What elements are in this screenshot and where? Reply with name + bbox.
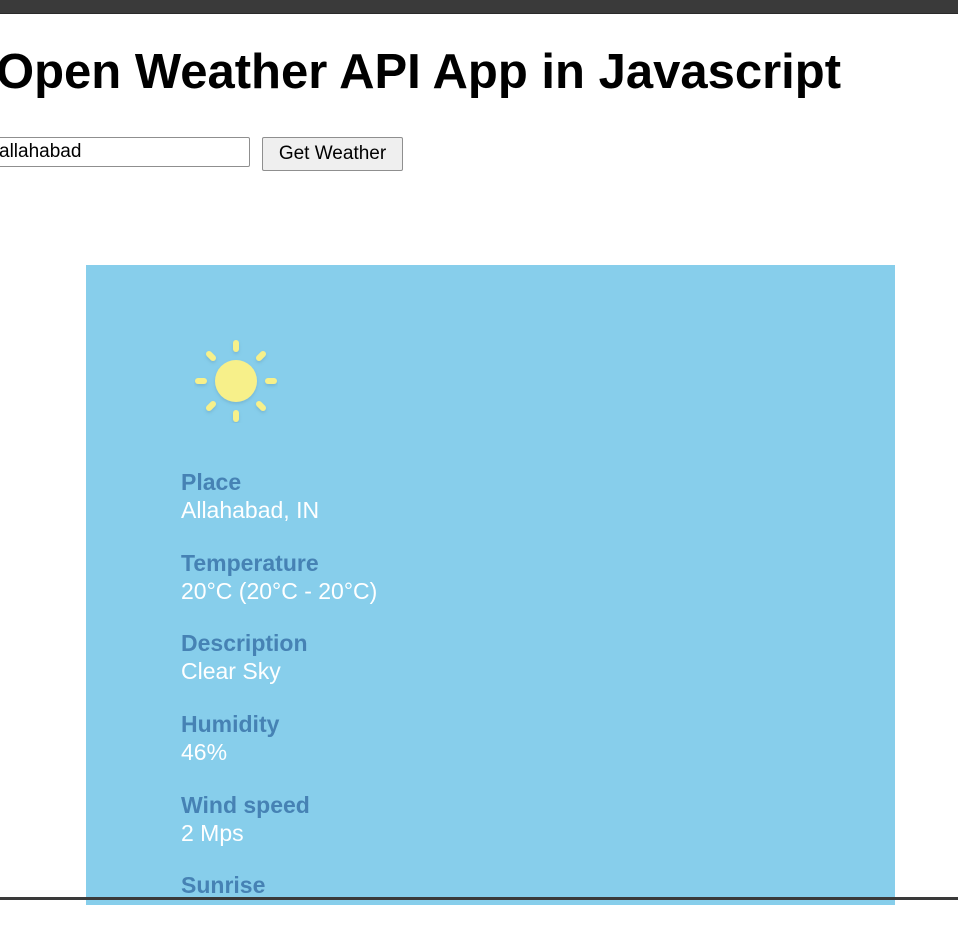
browser-top-bar	[0, 0, 958, 14]
temperature-label: Temperature	[181, 549, 319, 576]
description-value: Clear Sky	[181, 658, 281, 685]
sunrise-info: Sunrise	[181, 871, 377, 952]
place-label: Place	[181, 469, 242, 495]
humidity-info: Humidity 46%	[181, 710, 377, 791]
get-weather-button[interactable]: Get Weather	[262, 137, 403, 171]
description-info: Description Clear Sky	[181, 629, 377, 710]
temperature-info: Temperature 20°C (20°C - 20°C)	[181, 549, 377, 630]
sunrise-label: Sunrise	[181, 872, 266, 899]
description-label: Description	[181, 630, 308, 657]
weather-info-list: Place Allahabad, IN Temperature 20°C (20…	[181, 468, 377, 952]
wind-speed-label: Wind speed	[181, 791, 310, 818]
wind-speed-info: Wind speed 2 Mps	[181, 791, 377, 872]
wind-speed-value: 2 Mps	[181, 819, 244, 846]
place-info: Place Allahabad, IN	[181, 468, 377, 549]
sun-icon	[194, 339, 278, 423]
temperature-value: 20°C (20°C - 20°C)	[181, 577, 378, 604]
humidity-label: Humidity	[181, 711, 280, 738]
city-search-input[interactable]	[0, 137, 250, 167]
humidity-value: 46%	[181, 739, 228, 766]
page-title: Open Weather API App in Javascript	[0, 45, 842, 99]
place-value: Allahabad, IN	[181, 497, 320, 523]
weather-card: Place Allahabad, IN Temperature 20°C (20…	[86, 265, 895, 905]
